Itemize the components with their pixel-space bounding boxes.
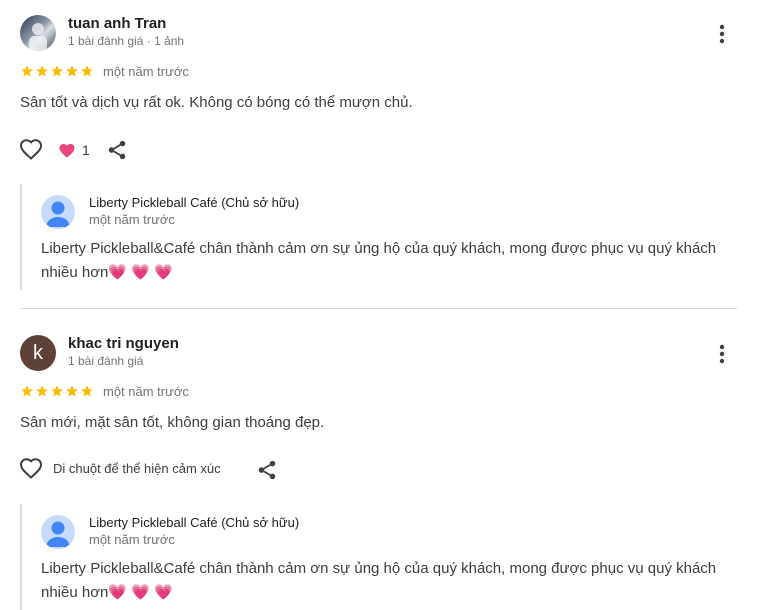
owner-reply-date: một năm trước <box>89 212 175 227</box>
like-button[interactable] <box>19 457 43 486</box>
reviewer-avatar[interactable]: k <box>20 335 56 371</box>
reviewer-meta: 1 bài đánh giá · 1 ảnh <box>68 34 185 48</box>
owner-reply-text: Liberty Pickleball&Café chân thành cảm ơ… <box>41 560 717 601</box>
share-icon <box>258 460 276 480</box>
reaction-hint: Di chuột để thể hiện cảm xúc <box>53 461 221 476</box>
star-icon <box>51 65 63 77</box>
star-rating <box>20 64 94 78</box>
owner-reply: Liberty Pickleball Café (Chủ sở hữu) một… <box>20 504 734 610</box>
review-text: Sân tốt và dịch vụ rất ok. Không có bóng… <box>20 94 413 111</box>
star-icon <box>66 65 78 77</box>
star-icon <box>81 385 93 397</box>
star-icon <box>36 65 48 77</box>
owner-avatar <box>41 515 75 549</box>
star-icon <box>81 65 93 77</box>
owner-reply-date: một năm trước <box>89 532 175 547</box>
star-rating <box>20 384 94 398</box>
more-options-button[interactable] <box>712 22 732 46</box>
person-icon <box>46 201 70 227</box>
owner-reply: Liberty Pickleball Café (Chủ sở hữu) một… <box>20 184 734 290</box>
share-icon <box>108 140 126 160</box>
reviewer-name[interactable]: tuan anh Tran <box>68 15 166 32</box>
reviewer-avatar[interactable] <box>20 15 56 51</box>
more-vert-icon <box>719 344 725 364</box>
heart-filled-icon <box>59 144 75 158</box>
reaction-count: 1 <box>82 142 90 158</box>
person-icon <box>46 521 70 547</box>
like-button[interactable] <box>19 138 43 167</box>
share-button[interactable] <box>106 139 128 166</box>
reaction-heart[interactable] <box>58 142 76 165</box>
share-button[interactable] <box>256 459 278 486</box>
review-date: một năm trước <box>103 384 189 399</box>
star-icon <box>51 385 63 397</box>
more-vert-icon <box>719 24 725 44</box>
owner-avatar <box>41 195 75 229</box>
review-text: Sân mới, mặt sân tốt, không gian thoáng … <box>20 414 325 431</box>
star-icon <box>21 385 33 397</box>
owner-name: Liberty Pickleball Café (Chủ sở hữu) <box>89 195 300 210</box>
reviewer-name[interactable]: khac tri nguyen <box>68 335 179 352</box>
owner-reply-text: Liberty Pickleball&Café chân thành cảm ơ… <box>41 240 717 281</box>
reviewer-meta: 1 bài đánh giá <box>68 354 144 368</box>
star-icon <box>21 65 33 77</box>
star-icon <box>66 385 78 397</box>
heart-outline-icon <box>19 139 43 160</box>
review-divider <box>20 308 737 309</box>
owner-name: Liberty Pickleball Café (Chủ sở hữu) <box>89 515 300 530</box>
more-options-button[interactable] <box>712 342 732 366</box>
review-date: một năm trước <box>103 64 189 79</box>
heart-outline-icon <box>19 458 43 479</box>
star-icon <box>36 385 48 397</box>
